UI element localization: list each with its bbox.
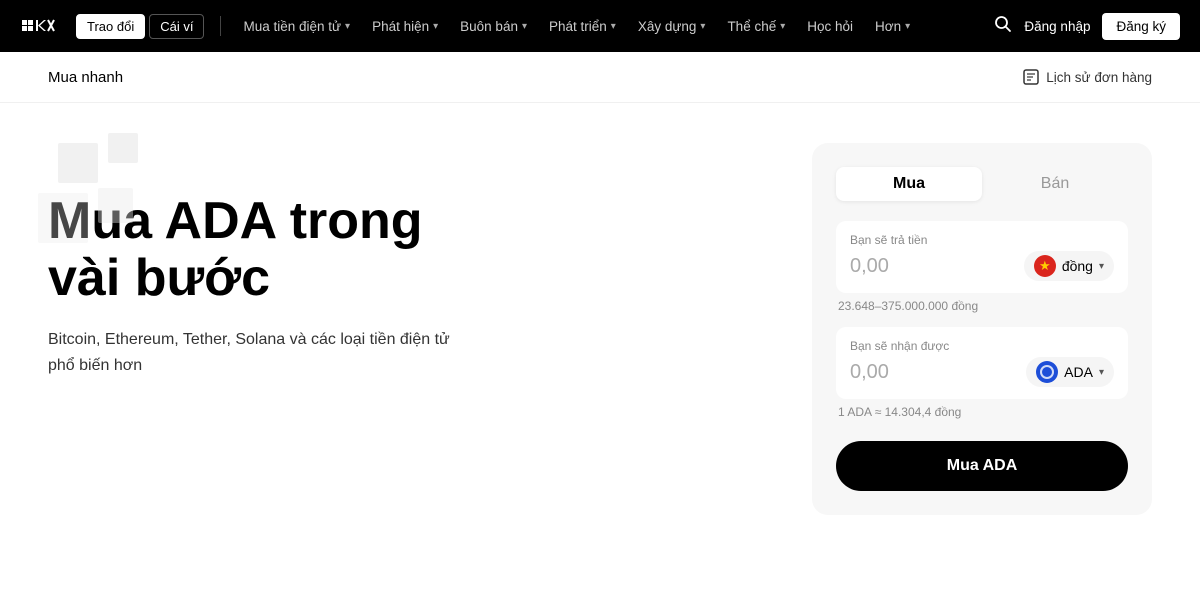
navbar: Trao đổi Cái ví Mua tiền điện tử ▾ Phát …	[0, 0, 1200, 52]
search-button[interactable]	[994, 15, 1012, 38]
tab-sell[interactable]: Bán	[982, 167, 1128, 201]
nav-item-discover[interactable]: Phát hiện ▾	[362, 13, 448, 40]
pay-currency-name: đồng	[1062, 258, 1093, 274]
order-history-button[interactable]: Lịch sử đơn hàng	[1022, 68, 1152, 86]
card-tabs: Mua Bán	[836, 167, 1128, 201]
chevron-down-icon: ▾	[700, 21, 705, 32]
chevron-down-icon: ▾	[345, 21, 350, 32]
nav-item-develop[interactable]: Phát triển ▾	[539, 13, 626, 40]
navbar-right: Đăng nhập Đăng ký	[994, 13, 1180, 40]
pay-currency-selector[interactable]: ★ đồng ▾	[1024, 251, 1114, 281]
pay-row: 0,00 ★ đồng ▾	[850, 251, 1114, 281]
pay-field: Bạn sẽ trả tiền 0,00 ★ đồng ▾	[836, 221, 1128, 293]
nav-item-build[interactable]: Xây dựng ▾	[628, 13, 716, 40]
pay-value[interactable]: 0,00	[850, 255, 889, 278]
nav-divider	[220, 16, 221, 36]
receive-value[interactable]: 0,00	[850, 361, 889, 384]
ada-icon	[1036, 361, 1058, 383]
deco-square-2	[108, 133, 138, 163]
pay-hint: 23.648–375.000.000 đồng	[836, 299, 1128, 313]
receive-currency-selector[interactable]: ADA ▾	[1026, 357, 1114, 387]
register-button[interactable]: Đăng ký	[1102, 13, 1180, 40]
hero-section: Mua ADA trong vài bước Bitcoin, Ethereum…	[48, 143, 772, 379]
main-content: Mua ADA trong vài bước Bitcoin, Ethereum…	[0, 103, 1200, 535]
order-history-label: Lịch sử đơn hàng	[1046, 70, 1152, 85]
chevron-down-icon: ▾	[433, 21, 438, 32]
page-title: Mua nhanh	[48, 69, 123, 86]
sub-header: Mua nhanh Lịch sử đơn hàng	[0, 52, 1200, 103]
hero-title: Mua ADA trong vài bước	[48, 193, 772, 307]
vnd-flag: ★	[1034, 255, 1056, 277]
nav-item-institution[interactable]: Thể chế ▾	[717, 13, 795, 40]
exchange-button[interactable]: Trao đổi	[76, 14, 145, 39]
nav-item-learn[interactable]: Học hỏi	[797, 13, 863, 40]
chevron-down-icon: ▾	[1099, 261, 1104, 272]
buy-sell-card: Mua Bán Bạn sẽ trả tiền 0,00 ★ đồng ▾ 23…	[812, 143, 1152, 515]
chevron-down-icon: ▾	[522, 21, 527, 32]
receive-currency-name: ADA	[1064, 364, 1093, 380]
buy-ada-button[interactable]: Mua ADA	[836, 441, 1128, 491]
nav-item-buy[interactable]: Mua tiền điện tử ▾	[233, 13, 360, 40]
okx-logo[interactable]	[20, 16, 68, 36]
vn-star-icon: ★	[1039, 258, 1051, 274]
nav-menu: Mua tiền điện tử ▾ Phát hiện ▾ Buôn bán …	[233, 13, 994, 40]
chevron-down-icon: ▾	[611, 21, 616, 32]
chevron-down-icon: ▾	[1099, 367, 1104, 378]
login-button[interactable]: Đăng nhập	[1024, 19, 1090, 34]
deco-square-1	[58, 143, 98, 183]
ada-icon-inner	[1040, 365, 1054, 379]
nav-item-trade[interactable]: Buôn bán ▾	[450, 13, 537, 40]
receive-field: Bạn sẽ nhận được 0,00 ADA ▾	[836, 327, 1128, 399]
receive-hint: 1 ADA ≈ 14.304,4 đồng	[836, 405, 1128, 419]
receive-row: 0,00 ADA ▾	[850, 357, 1114, 387]
hero-subtitle: Bitcoin, Ethereum, Tether, Solana và các…	[48, 327, 468, 378]
receive-label: Bạn sẽ nhận được	[850, 339, 1114, 353]
chevron-down-icon: ▾	[780, 21, 785, 32]
wallet-button[interactable]: Cái ví	[149, 14, 204, 39]
tab-buy[interactable]: Mua	[836, 167, 982, 201]
pay-label: Bạn sẽ trả tiền	[850, 233, 1114, 247]
nav-item-more[interactable]: Hơn ▾	[865, 13, 920, 40]
chevron-down-icon: ▾	[905, 21, 910, 32]
